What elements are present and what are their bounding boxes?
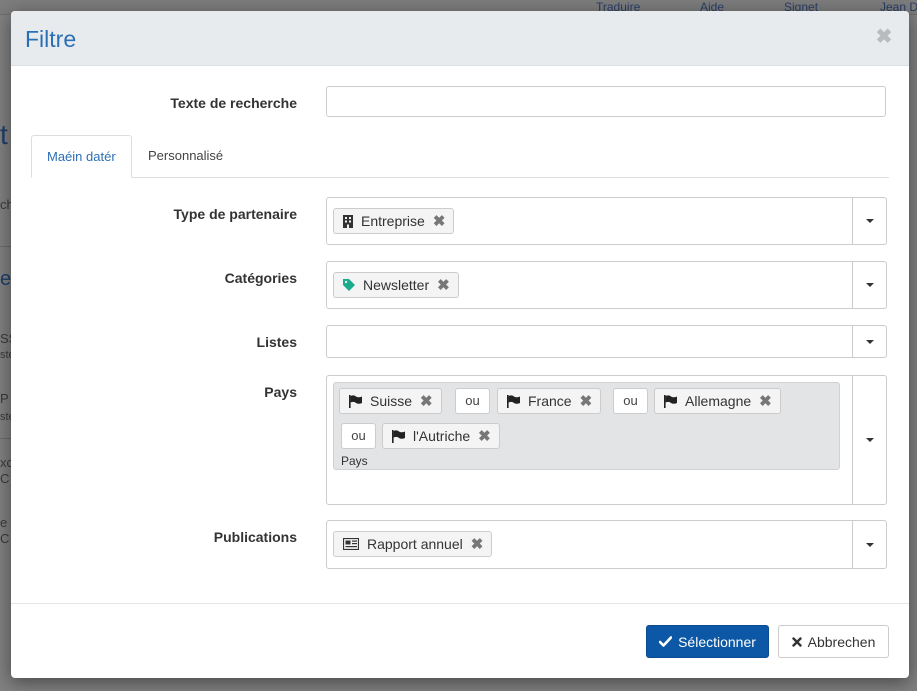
countries-select[interactable]: Suisse ✖ ou France ✖ ou Allemagne ✖ ou l…: [326, 375, 887, 505]
flag-icon: [349, 394, 362, 408]
times-icon: [791, 636, 802, 647]
tag-icon: [343, 279, 355, 291]
dropdown-toggle[interactable]: [852, 198, 886, 244]
newspaper-icon: [343, 538, 359, 550]
partner-type-label: Type de partenaire: [173, 206, 297, 222]
remove-tag-icon[interactable]: ✖: [759, 394, 772, 409]
cancel-button-label: Abbrechen: [807, 633, 876, 650]
tag-suisse: Suisse ✖: [339, 388, 442, 414]
or-operator: ou: [455, 388, 490, 414]
background-text-fragment: C: [0, 531, 10, 546]
tag-france: France ✖: [497, 388, 602, 414]
lists-label: Listes: [256, 334, 297, 350]
dropdown-toggle[interactable]: [852, 262, 886, 308]
modal-footer: Sélectionner Abbrechen: [11, 603, 909, 678]
building-icon: [343, 214, 353, 228]
cancel-button[interactable]: Abbrechen: [778, 625, 889, 658]
tab-custom[interactable]: Personnalisé: [133, 135, 238, 177]
tab-main-data[interactable]: Maéin datér: [31, 135, 132, 178]
remove-tag-icon[interactable]: ✖: [478, 429, 491, 444]
countries-label: Pays: [264, 384, 297, 400]
remove-tag-icon[interactable]: ✖: [420, 394, 433, 409]
or-operator: ou: [613, 388, 648, 414]
modal-header: Filtre ✖: [11, 11, 909, 66]
check-icon: [659, 636, 673, 647]
select-button[interactable]: Sélectionner: [646, 625, 769, 658]
publications-label: Publications: [213, 529, 297, 545]
caret-down-icon: [865, 339, 874, 344]
dropdown-toggle[interactable]: [852, 376, 886, 504]
flag-icon: [507, 394, 520, 408]
filter-tabs: Maéin datér Personnalisé: [31, 135, 889, 178]
filter-modal: Filtre ✖ Texte de recherche Maéin datér …: [11, 11, 909, 678]
lists-select[interactable]: [326, 325, 887, 358]
tag-autriche: l'Autriche ✖: [382, 423, 500, 449]
tag-rapport-annuel: Rapport annuel ✖: [333, 531, 493, 557]
publications-select[interactable]: Rapport annuel ✖: [326, 520, 887, 569]
categories-select[interactable]: Newsletter ✖: [326, 261, 887, 309]
flag-icon: [664, 394, 677, 408]
tag-allemagne: Allemagne ✖: [654, 388, 781, 414]
modal-title: Filtre: [25, 26, 77, 52]
tag-label: Newsletter: [363, 277, 430, 293]
categories-label: Catégories: [224, 270, 297, 286]
caret-down-icon: [865, 438, 874, 442]
caret-down-icon: [865, 542, 874, 547]
close-icon[interactable]: ✖: [873, 25, 895, 49]
caret-down-icon: [865, 219, 874, 223]
tag-label: Entreprise: [361, 213, 425, 229]
tag-label: l'Autriche: [413, 428, 471, 444]
tag-label: France: [528, 393, 572, 409]
tag-label: Rapport annuel: [367, 536, 463, 552]
remove-tag-icon[interactable]: ✖: [580, 394, 593, 409]
flag-icon: [392, 429, 405, 443]
group-label: Pays: [341, 454, 368, 468]
dropdown-toggle[interactable]: [852, 326, 886, 357]
remove-tag-icon[interactable]: ✖: [433, 214, 446, 229]
select-button-label: Sélectionner: [678, 633, 756, 650]
or-operator: ou: [341, 423, 376, 449]
tag-newsletter: Newsletter ✖: [333, 272, 459, 298]
countries-or-group: Suisse ✖ ou France ✖ ou Allemagne ✖ ou l…: [333, 382, 840, 470]
tag-label: Allemagne: [685, 393, 752, 409]
caret-down-icon: [865, 283, 874, 287]
background-text-fragment: P: [0, 391, 9, 406]
search-input[interactable]: [326, 86, 886, 117]
background-text-fragment: t: [0, 119, 8, 150]
dropdown-toggle[interactable]: [852, 521, 886, 568]
remove-tag-icon[interactable]: ✖: [471, 537, 484, 552]
search-text-label: Texte de recherche: [170, 95, 297, 111]
tag-entreprise: Entreprise ✖: [333, 208, 455, 234]
background-text-fragment: e: [0, 268, 12, 290]
background-text-fragment: C: [0, 471, 10, 486]
tag-label: Suisse: [370, 393, 413, 409]
partner-type-select[interactable]: Entreprise ✖: [326, 197, 887, 245]
remove-tag-icon[interactable]: ✖: [437, 278, 450, 293]
background-text-fragment: e: [0, 515, 8, 530]
